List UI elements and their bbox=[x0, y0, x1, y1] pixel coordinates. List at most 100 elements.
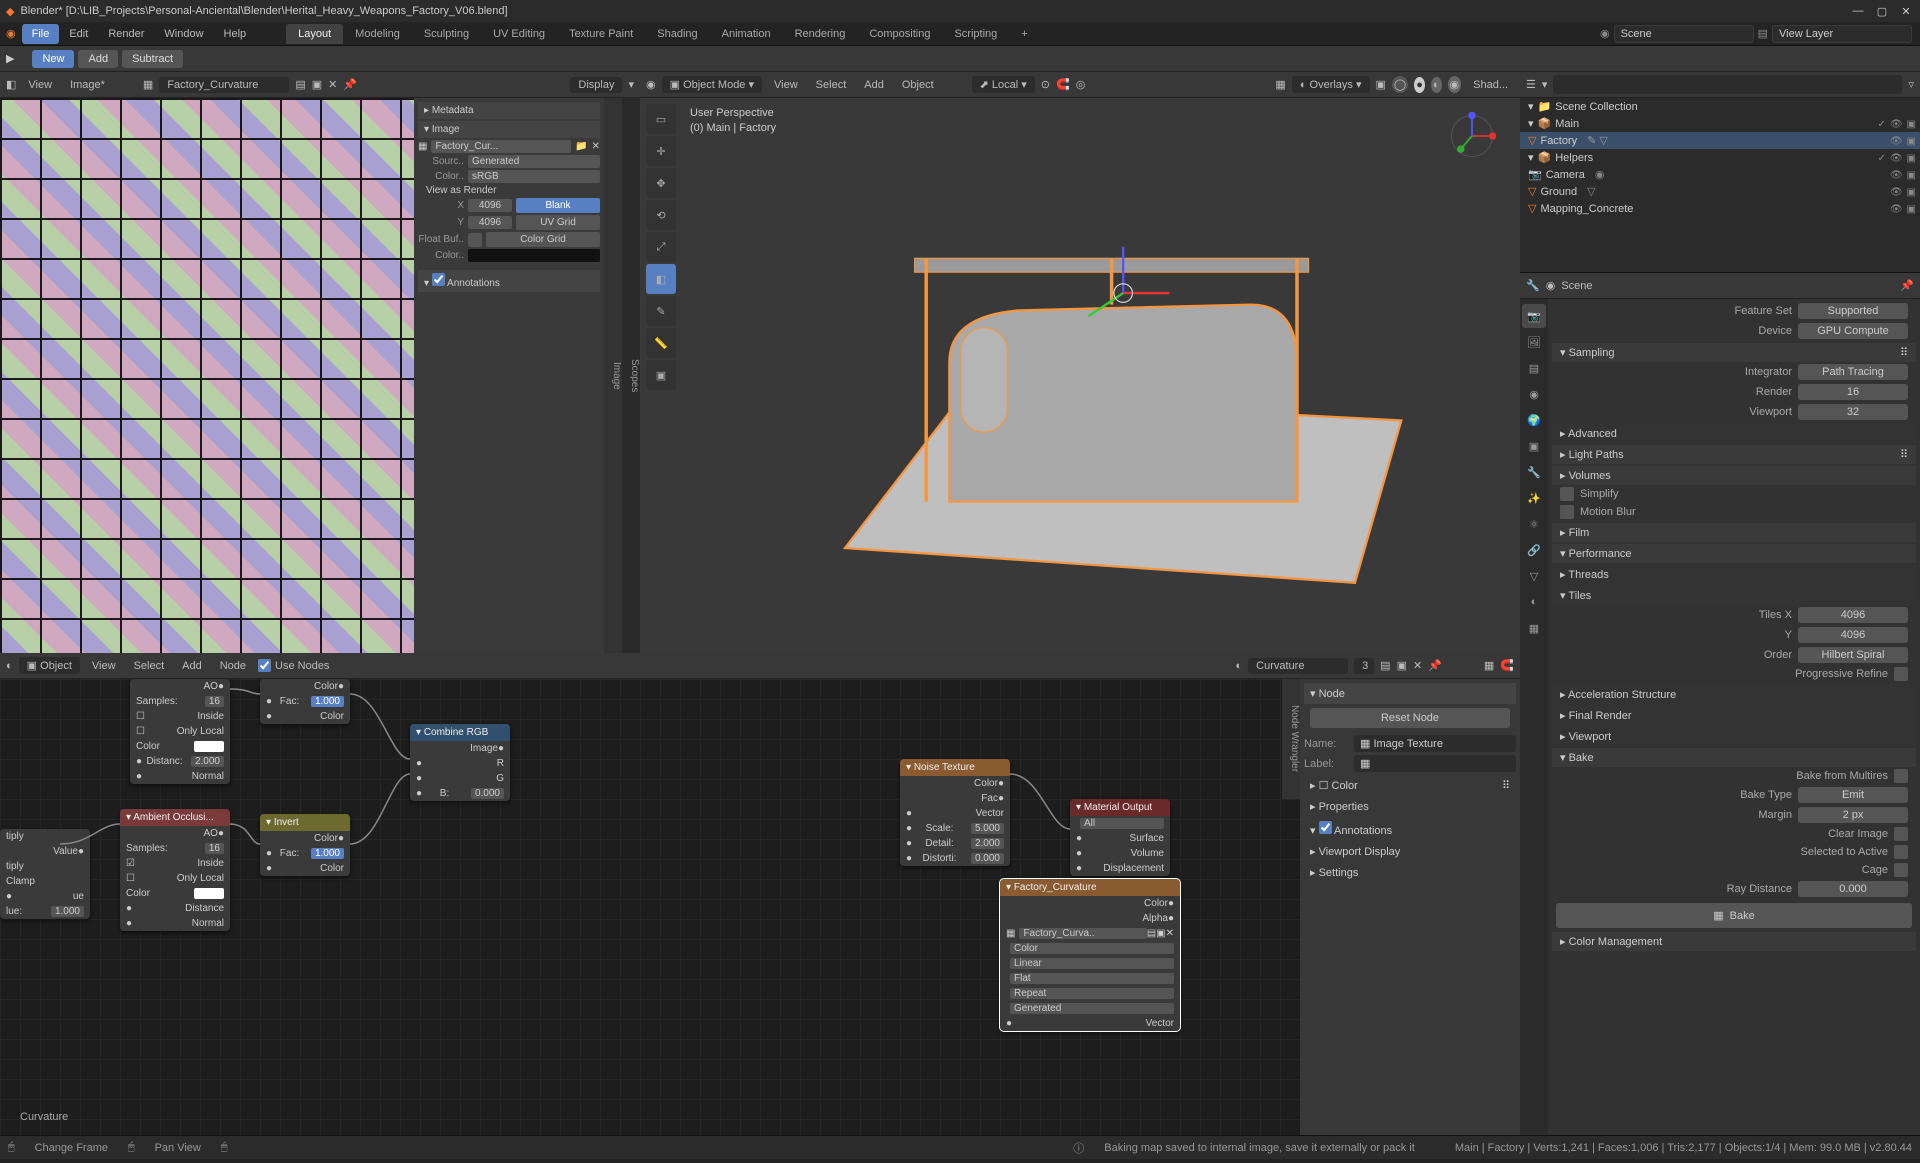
gen-y-value[interactable]: 4096 bbox=[468, 216, 512, 229]
workspace-tab-texturepaint[interactable]: Texture Paint bbox=[557, 24, 645, 44]
tab-world[interactable]: 🌍 bbox=[1522, 408, 1546, 432]
panel-volumes[interactable]: ▸ Volumes bbox=[1552, 466, 1916, 485]
node-tab-wrangler[interactable]: Node Wrangler bbox=[1282, 679, 1300, 799]
shading-dropdown[interactable]: Shad... bbox=[1467, 77, 1514, 93]
panel-annotations[interactable]: ▾ Annotations bbox=[418, 270, 600, 292]
motionblur-checkbox[interactable] bbox=[1560, 505, 1574, 519]
minimize-button[interactable]: — bbox=[1850, 5, 1866, 18]
margin-value[interactable]: 2 px bbox=[1798, 807, 1908, 823]
panel-node[interactable]: ▾ Node bbox=[1304, 683, 1516, 704]
node-name-field[interactable]: ▦ Image Texture bbox=[1354, 735, 1516, 752]
outliner-row-scene-collection[interactable]: ▾📁Scene Collection bbox=[1520, 98, 1920, 115]
menu-render[interactable]: Render bbox=[98, 24, 154, 44]
render-samples-value[interactable]: 16 bbox=[1798, 384, 1908, 400]
node-noise-texture[interactable]: ▾ Noise Texture Color ● Fac ● ● Vector ●… bbox=[900, 759, 1010, 866]
shading-rendered-icon[interactable]: ◉ bbox=[1448, 76, 1462, 93]
tool-annotate[interactable]: ✎ bbox=[646, 296, 676, 326]
workspace-tab-add[interactable]: + bbox=[1009, 24, 1039, 44]
device-dropdown[interactable]: GPU Compute bbox=[1798, 323, 1908, 339]
shading-solid-icon[interactable]: ● bbox=[1414, 77, 1425, 93]
shading-lookdev-icon[interactable]: ◐ bbox=[1431, 77, 1442, 93]
tab-output[interactable]: 🖼 bbox=[1522, 330, 1546, 354]
feature-set-dropdown[interactable]: Supported bbox=[1798, 303, 1908, 319]
node-ao-1[interactable]: AO ● Samples:16 ☐ Inside ☐ Only Local Co… bbox=[130, 679, 230, 784]
tab-material[interactable]: ◐ bbox=[1522, 590, 1546, 614]
tool-rotate[interactable]: ⟲ bbox=[646, 200, 676, 230]
tab-texture[interactable]: ▦ bbox=[1522, 616, 1546, 640]
tool-measure[interactable]: 📏 bbox=[646, 328, 676, 358]
viewport-type-icon[interactable]: ◉ bbox=[646, 78, 656, 91]
add-button[interactable]: Add bbox=[78, 50, 118, 68]
panel-film[interactable]: ▸ Film bbox=[1552, 523, 1916, 542]
sidepanel-tab-scopes[interactable]: Scopes bbox=[622, 98, 640, 653]
pin-icon[interactable]: 📌 bbox=[1900, 279, 1914, 292]
panel-settings[interactable]: ▸ Settings bbox=[1304, 862, 1516, 883]
reset-node-button[interactable]: Reset Node bbox=[1310, 708, 1510, 728]
tab-particles[interactable]: ✨ bbox=[1522, 486, 1546, 510]
view-as-render-label[interactable]: View as Render bbox=[426, 185, 496, 196]
menu-file[interactable]: File bbox=[22, 24, 60, 44]
snap-icon[interactable]: 🧲 bbox=[1056, 78, 1070, 91]
outliner-search[interactable] bbox=[1553, 75, 1902, 94]
material-new-icon[interactable]: ▤ bbox=[1380, 659, 1390, 672]
clear-image-checkbox[interactable] bbox=[1894, 827, 1908, 841]
node-material-output[interactable]: ▾ Material Output All ● Surface ● Volume… bbox=[1070, 799, 1170, 876]
panel-metadata[interactable]: ▸ Metadata bbox=[418, 102, 600, 119]
uv-image-canvas[interactable] bbox=[0, 98, 414, 653]
play-icon[interactable]: ▶ bbox=[6, 52, 14, 65]
tile-order-dropdown[interactable]: Hilbert Spiral bbox=[1798, 647, 1908, 663]
tool-cursor[interactable]: ✛ bbox=[646, 136, 676, 166]
node-menu-add[interactable]: Add bbox=[176, 658, 208, 674]
workspace-tab-rendering[interactable]: Rendering bbox=[783, 24, 858, 44]
menu-help[interactable]: Help bbox=[214, 24, 257, 44]
node-image-texture[interactable]: ▾ Factory_Curvature Color ● Alpha ● ▦Fac… bbox=[1000, 879, 1180, 1031]
viewport-3d[interactable]: ▭ ✛ ✥ ⟲ ⤢ ◧ ✎ 📏 ▣ User Perspective (0) M… bbox=[640, 98, 1520, 653]
orientation-selector[interactable]: ⬈ Local ▾ bbox=[972, 76, 1035, 93]
vp-menu-add[interactable]: Add bbox=[858, 77, 890, 93]
outliner-row-ground[interactable]: ▽Ground▽👁▣ bbox=[1520, 183, 1920, 200]
gizmo-toggle-icon[interactable]: ▦ bbox=[1275, 78, 1285, 91]
tool-transform[interactable]: ◧ bbox=[646, 264, 676, 294]
material-pin-icon[interactable]: 📌 bbox=[1428, 659, 1442, 672]
panel-light-paths[interactable]: ▸ Light Paths⠿ bbox=[1552, 445, 1916, 464]
workspace-tab-sculpting[interactable]: Sculpting bbox=[412, 24, 481, 44]
panel-advanced[interactable]: ▸ Advanced bbox=[1552, 424, 1916, 443]
node-label-field[interactable]: ▦ bbox=[1354, 755, 1516, 772]
panel-performance[interactable]: ▾ Performance bbox=[1552, 544, 1916, 563]
node-menu-view[interactable]: View bbox=[86, 658, 122, 674]
panel-threads[interactable]: ▸ Threads bbox=[1552, 565, 1916, 584]
image-unlink-icon[interactable]: ✕ bbox=[328, 78, 337, 91]
tab-modifiers[interactable]: 🔧 bbox=[1522, 460, 1546, 484]
menu-edit[interactable]: Edit bbox=[59, 24, 98, 44]
tab-constraints[interactable]: 🔗 bbox=[1522, 538, 1546, 562]
close-button[interactable]: ✕ bbox=[1898, 5, 1914, 18]
tab-data[interactable]: ▽ bbox=[1522, 564, 1546, 588]
gen-colorgrid-button[interactable]: Color Grid bbox=[486, 232, 600, 247]
vp-menu-view[interactable]: View bbox=[768, 77, 804, 93]
viewlayer-selector[interactable]: View Layer bbox=[1772, 25, 1912, 43]
uv-menu-view[interactable]: View bbox=[22, 77, 58, 93]
bake-button[interactable]: ▦Bake bbox=[1556, 903, 1912, 928]
node-editor-type-icon[interactable]: ◐ bbox=[6, 660, 13, 672]
properties-body[interactable]: Feature SetSupported DeviceGPU Compute ▾… bbox=[1548, 299, 1920, 1135]
panel-bake[interactable]: ▾ Bake bbox=[1552, 748, 1916, 767]
workspace-tab-modeling[interactable]: Modeling bbox=[343, 24, 412, 44]
panel-color-mgmt[interactable]: ▸ Color Management bbox=[1552, 932, 1916, 951]
proportional-icon[interactable]: ◎ bbox=[1076, 78, 1086, 91]
workspace-tab-scripting[interactable]: Scripting bbox=[942, 24, 1009, 44]
uv-options-icon[interactable]: ▾ bbox=[628, 78, 634, 91]
simplify-checkbox[interactable] bbox=[1560, 487, 1574, 501]
tool-move[interactable]: ✥ bbox=[646, 168, 676, 198]
workspace-tab-uvediting[interactable]: UV Editing bbox=[481, 24, 557, 44]
panel-node-color[interactable]: ▸ ☐ Color⠿ bbox=[1304, 775, 1516, 796]
tool-scale[interactable]: ⤢ bbox=[646, 232, 676, 262]
panel-viewport-display[interactable]: ▸ Viewport Display bbox=[1304, 841, 1516, 862]
material-unlink-icon[interactable]: ✕ bbox=[1413, 659, 1422, 672]
panel-image[interactable]: ▾ Image bbox=[418, 121, 600, 138]
node-menu-select[interactable]: Select bbox=[128, 658, 171, 674]
bake-type-dropdown[interactable]: Emit bbox=[1798, 787, 1908, 803]
shading-wireframe-icon[interactable]: ◯ bbox=[1392, 76, 1408, 93]
bake-multires-checkbox[interactable] bbox=[1894, 769, 1908, 783]
image-browse-icon[interactable]: ▤ bbox=[295, 78, 305, 91]
node-invert-1[interactable]: Color ● ● Fac:1.000 ● Color bbox=[260, 679, 350, 724]
